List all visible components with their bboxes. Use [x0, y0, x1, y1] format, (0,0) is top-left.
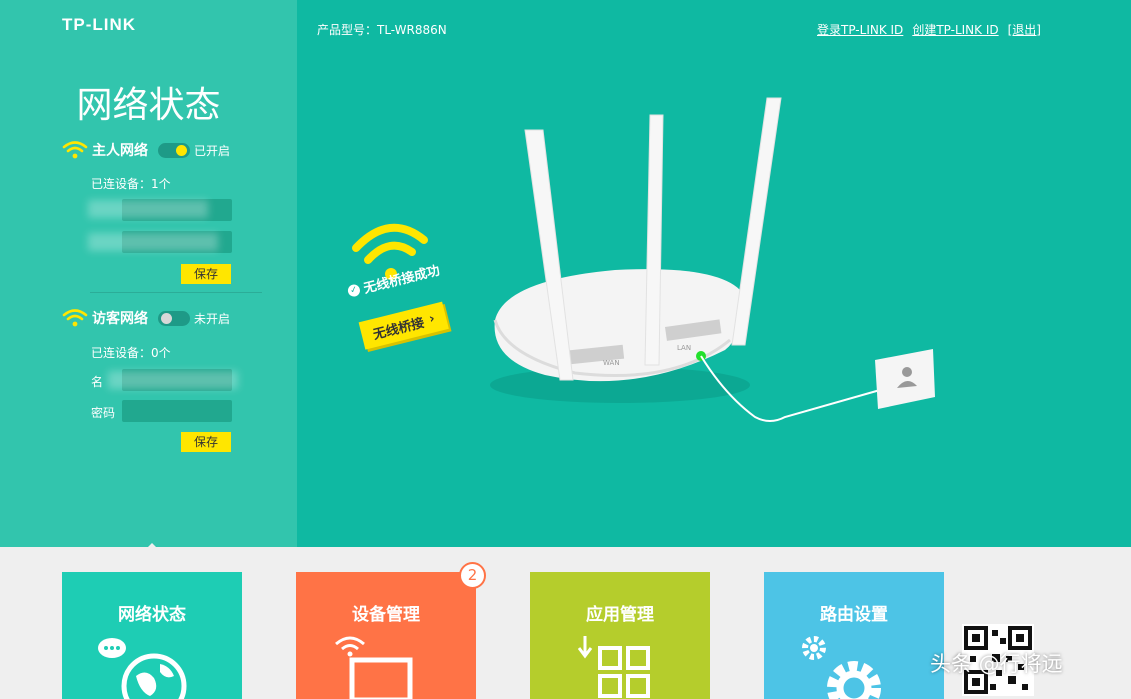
tile-app-management[interactable]: 应用管理: [530, 572, 710, 699]
blur-patch: [88, 233, 218, 251]
tile-router-settings[interactable]: 路由设置: [764, 572, 944, 699]
host-network-header: 主人网络 已开启: [62, 140, 230, 160]
guest-network-name: 访客网络: [92, 311, 148, 327]
guest-network-toggle[interactable]: [158, 310, 190, 326]
hero-panel: TP-LINK 网络状态 主人网络 已开启 已连设备：1个 保存 访客网络 未开…: [0, 0, 1131, 547]
tp-link-logo: TP-LINK: [62, 15, 137, 34]
active-tab-pointer: [142, 543, 162, 553]
watermark-text: 头条 @行将远: [930, 652, 1063, 676]
blur-patch: [108, 371, 238, 389]
tile-device-management[interactable]: 设备管理: [296, 572, 476, 699]
check-icon: ✓: [346, 282, 362, 298]
gear-icon: [802, 636, 881, 699]
divider: [90, 292, 262, 293]
guest-password-label: 密码: [91, 406, 116, 420]
tile-label: 路由设置: [820, 605, 888, 625]
router-illustration: WAN LAN: [490, 97, 935, 422]
guest-save-button[interactable]: 保存: [181, 432, 231, 452]
apps-grid-icon: [578, 636, 650, 698]
tile-network-status[interactable]: 网络状态: [62, 572, 242, 699]
wifi-icon: [62, 141, 88, 159]
create-tplink-id-link[interactable]: 创建TP-LINK ID: [912, 21, 998, 38]
host-connected-devices: 已连设备：1个: [91, 177, 171, 191]
tile-label: 应用管理: [586, 605, 654, 625]
guest-password-field[interactable]: [122, 400, 232, 422]
tile-label: 设备管理: [352, 605, 420, 625]
blur-patch: [88, 200, 208, 218]
tile-label: 网络状态: [118, 605, 186, 625]
wireless-bridge-label: 无线桥接: [371, 315, 426, 343]
wireless-bridge-button[interactable]: 无线桥接 ›: [358, 301, 449, 350]
network-status-sidebar: TP-LINK 网络状态 主人网络 已开启 已连设备：1个 保存 访客网络 未开…: [0, 0, 297, 547]
lan-port-label: LAN: [677, 344, 691, 352]
sidebar-title: 网络状态: [76, 85, 221, 126]
host-save-button[interactable]: 保存: [181, 264, 231, 284]
guest-network-state: 未开启: [194, 311, 231, 326]
wan-port-label: WAN: [603, 359, 620, 367]
guest-name-label: 名: [91, 375, 104, 389]
login-tplink-id-link[interactable]: 登录TP-LINK ID: [817, 21, 903, 38]
host-network-state: 已开启: [194, 143, 231, 158]
product-model: 产品型号：TL-WR886N: [317, 23, 447, 37]
globe-icon: [98, 638, 187, 699]
chevron-right-icon: ›: [427, 310, 437, 327]
device-count-badge: 2: [459, 562, 486, 589]
wifi-icon: [62, 309, 88, 327]
router-admin-page: TP-LINK 网络状态 主人网络 已开启 已连设备：1个 保存 访客网络 未开…: [0, 0, 1131, 699]
laptop-icon: [335, 636, 413, 699]
account-links: 登录TP-LINK ID 创建TP-LINK ID [退出]: [817, 21, 1041, 38]
host-network-name: 主人网络: [92, 143, 148, 159]
host-network-toggle[interactable]: [158, 142, 190, 158]
logout-link[interactable]: [退出]: [1008, 21, 1041, 38]
guest-connected-devices: 已连设备：0个: [91, 346, 171, 360]
guest-network-header: 访客网络 未开启: [62, 308, 230, 328]
